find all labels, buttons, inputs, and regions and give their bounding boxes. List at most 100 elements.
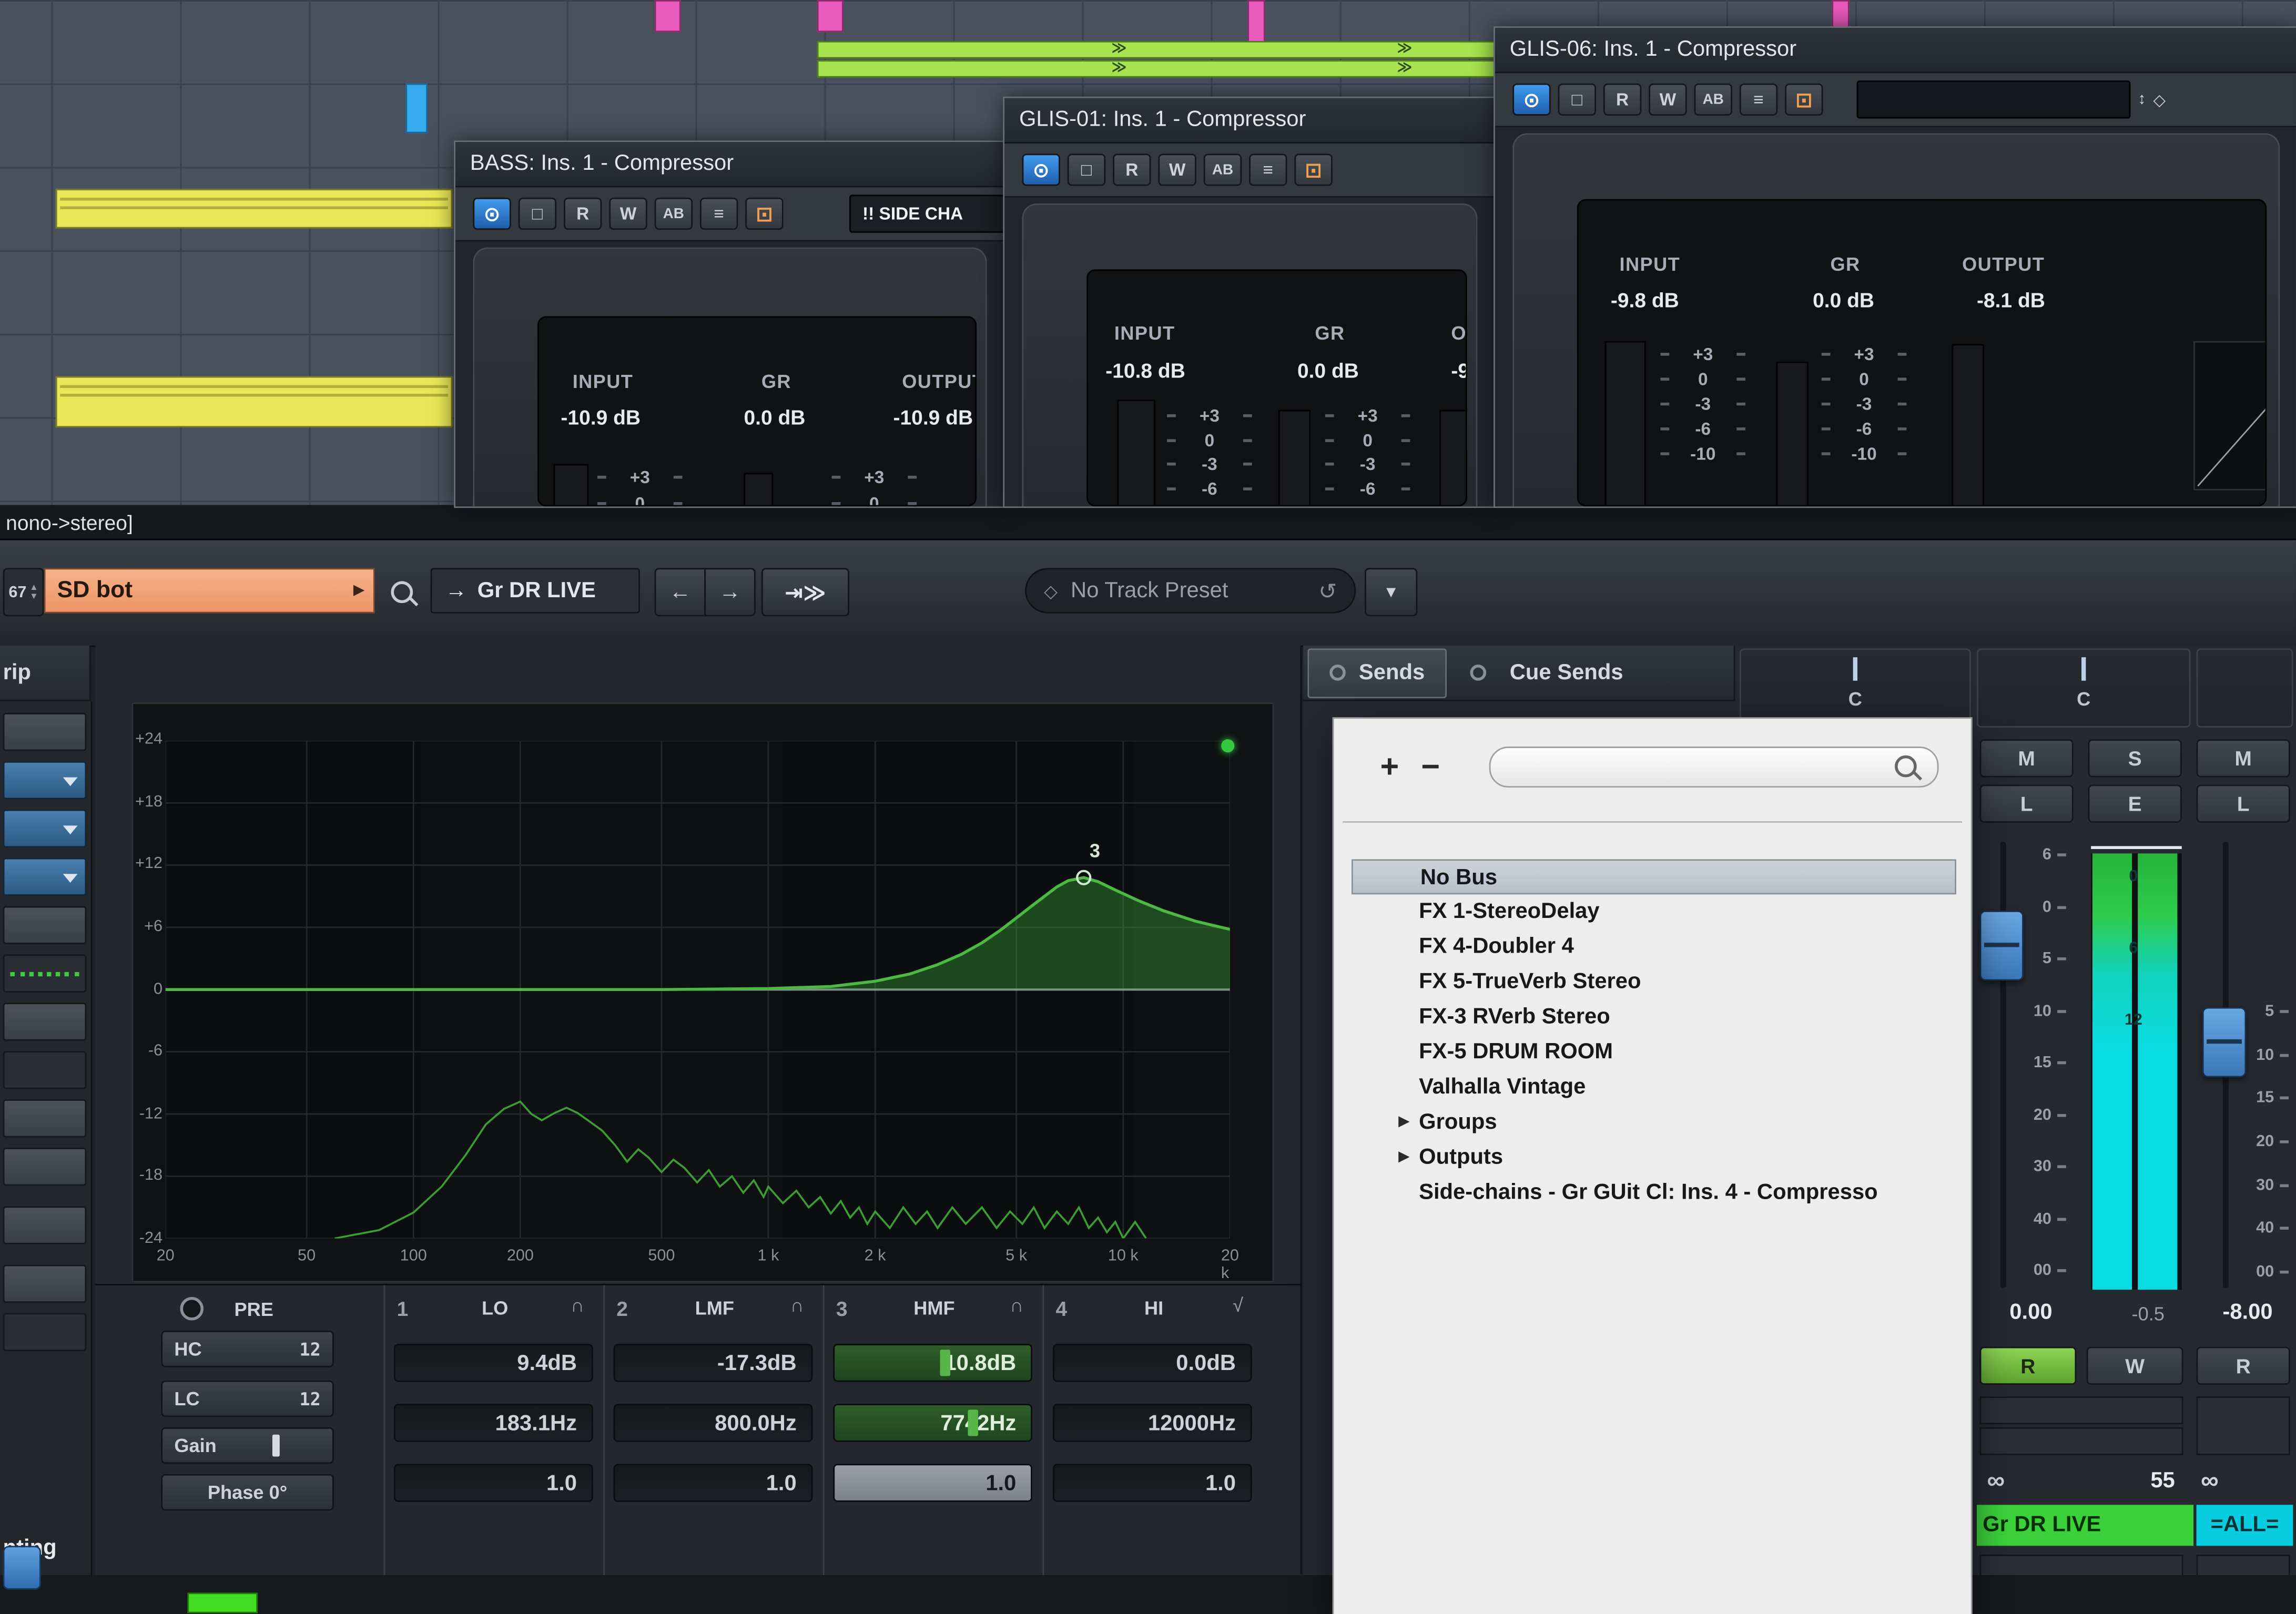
left-strip-row[interactable] [3, 1148, 87, 1186]
panel-slot[interactable] [2197, 1396, 2290, 1455]
pan-position-tick[interactable] [1853, 657, 1857, 681]
band-shape-icon[interactable]: √ [1233, 1294, 1243, 1316]
power-button[interactable]: ⊙ [473, 198, 511, 230]
cue-sends-indicator-icon[interactable] [1470, 665, 1487, 681]
band-q-field[interactable]: 1.0 [1053, 1464, 1252, 1501]
stereo-link-icon[interactable]: ∞ [1987, 1467, 2005, 1496]
band-gain-field[interactable]: 10.8dB [833, 1344, 1032, 1382]
read-automation-button[interactable]: R [1113, 154, 1151, 186]
eq-plot[interactable]: 3 [166, 741, 1230, 1239]
midi-clip[interactable] [56, 376, 453, 427]
output-routing-label-2[interactable]: =ALL= [2197, 1505, 2293, 1546]
preset-reload-icon[interactable]: ↺ [1318, 577, 1337, 604]
sidechain-button[interactable]: ⊡ [1785, 84, 1823, 116]
band-freq-field[interactable]: 7742Hz [833, 1404, 1032, 1442]
left-strip-row[interactable] [3, 1051, 87, 1089]
preset-spinner[interactable]: ↕ [2138, 91, 2146, 108]
left-strip-row[interactable] [3, 1313, 87, 1351]
pan-control[interactable] [2197, 648, 2293, 727]
output-routing-label[interactable]: Gr DR LIVE [1977, 1505, 2193, 1546]
band-q-field[interactable]: 1.0 [394, 1464, 593, 1501]
midi-clip[interactable] [56, 189, 453, 228]
write-automation-button[interactable]: W [1158, 154, 1196, 186]
bypass-button[interactable]: □ [1068, 154, 1105, 186]
sidechain-button[interactable]: ⊡ [745, 198, 783, 230]
read-automation-button-2[interactable]: R [2197, 1347, 2290, 1385]
spin-up-icon[interactable]: ▲ [29, 584, 38, 593]
left-strip-row[interactable] [3, 1265, 87, 1303]
band-shape-icon[interactable]: ∩ [1010, 1294, 1023, 1316]
band-q-field[interactable]: 1.0 [614, 1464, 813, 1501]
track-name-field[interactable]: SD bot ▶ [44, 568, 375, 613]
edit-button[interactable]: E [2088, 784, 2182, 822]
preset-diamond-icon[interactable]: ◇ [2153, 90, 2166, 109]
sends-indicator-icon[interactable] [1329, 665, 1346, 681]
read-automation-button[interactable]: R [564, 198, 602, 230]
midi-clip[interactable] [817, 0, 844, 32]
preset-name-field[interactable] [1857, 80, 2131, 118]
bus-search-input[interactable] [1489, 747, 1939, 788]
read-automation-button[interactable]: R [1603, 84, 1641, 116]
band-freq-field[interactable]: 183.1Hz [394, 1404, 593, 1442]
bypass-button[interactable]: □ [1558, 84, 1596, 116]
gain-slider-notch[interactable] [941, 1350, 951, 1376]
bus-list-item[interactable]: FX 1-StereoDelay [1352, 894, 1956, 929]
band-freq-field[interactable]: 12000Hz [1053, 1404, 1252, 1442]
mute-button[interactable]: M [1980, 739, 2074, 777]
bus-list-item[interactable]: ▶Outputs [1352, 1140, 1956, 1176]
band-q-field[interactable]: 1.0 [833, 1464, 1032, 1501]
bypass-button[interactable]: □ [519, 198, 556, 230]
bus-list-item[interactable]: Side-chains - Gr GUit Cl: Ins. 4 - Compr… [1352, 1176, 1956, 1211]
midi-clip[interactable] [187, 1592, 258, 1613]
left-strip-row[interactable] [3, 954, 87, 992]
band-gain-field[interactable]: 0.0dB [1053, 1344, 1252, 1382]
bus-list-item[interactable]: FX 4-Doubler 4 [1352, 929, 1956, 965]
listen-button[interactable]: L [1980, 784, 2074, 822]
search-channel-button[interactable] [378, 573, 424, 610]
band-shape-icon[interactable]: ∩ [571, 1294, 584, 1316]
write-automation-button[interactable]: W [609, 198, 647, 230]
write-automation-button[interactable]: W [1649, 84, 1687, 116]
power-button[interactable]: ⊙ [1512, 84, 1550, 116]
previous-channel-button[interactable]: ← [655, 568, 706, 616]
left-strip-row[interactable] [3, 713, 87, 751]
eq-display[interactable]: +24+18+12+60-6-12-18-24 3 20501002005001… [132, 703, 1274, 1283]
sidechain-button[interactable]: ⊡ [1294, 154, 1332, 186]
plugin-title-bar[interactable]: BASS: Ins. 1 - Compressor [455, 142, 1004, 187]
sidechain-graph[interactable] [2193, 341, 2267, 491]
bus-list-item[interactable]: FX-5 DRUM ROOM [1352, 1035, 1956, 1070]
bus-list-item[interactable]: No Bus [1352, 859, 1956, 894]
left-strip-select[interactable] [3, 761, 87, 799]
preset-dropdown-button[interactable]: ▼ [1365, 568, 1417, 616]
left-strip-row[interactable] [3, 1099, 87, 1137]
pan-control[interactable]: C [1740, 648, 1971, 727]
scroll-corner-button[interactable] [3, 1546, 41, 1590]
pre-gain-control[interactable]: Gain [161, 1427, 334, 1464]
low-cut-button[interactable]: LC 12 [161, 1381, 334, 1417]
preset-menu-button[interactable]: ≡ [1249, 154, 1287, 186]
gain-slider-handle[interactable] [272, 1435, 280, 1457]
stereo-link-icon-2[interactable]: ∞ [2201, 1467, 2219, 1496]
band-gain-field[interactable]: 9.4dB [394, 1344, 593, 1382]
plugin-title-bar[interactable]: GLIS-01: Ins. 1 - Compressor [1004, 98, 1495, 144]
pan-control[interactable]: C [1977, 648, 2191, 727]
pan-position-tick[interactable] [2081, 657, 2086, 681]
ab-compare-button[interactable]: AB [655, 198, 693, 230]
read-automation-button[interactable]: R [1980, 1347, 2077, 1385]
band-gain-field[interactable]: -17.3dB [614, 1344, 813, 1382]
bus-list-item[interactable]: FX 5-TrueVerb Stereo [1352, 965, 1956, 1000]
preset-menu-button[interactable]: ≡ [700, 198, 738, 230]
channel-fader-handle[interactable] [1980, 911, 2024, 981]
phase-button[interactable]: Phase 0° [161, 1474, 334, 1511]
fader-value[interactable]: 0.00 [1984, 1300, 2078, 1325]
plugin-title-bar[interactable]: GLIS-06: Ins. 1 - Compressor [1495, 28, 2296, 73]
left-strip-row[interactable] [3, 906, 87, 944]
freq-slider-notch[interactable] [968, 1409, 978, 1436]
midi-clip[interactable] [1247, 0, 1265, 44]
bus-list-item[interactable]: FX-3 RVerb Stereo [1352, 1000, 1956, 1035]
track-select-arrow-icon[interactable]: ▶ [353, 583, 364, 599]
ab-compare-button[interactable]: AB [1204, 154, 1242, 186]
midi-clip[interactable] [405, 84, 428, 134]
automation-clip[interactable]: ≫ ≫ [817, 60, 1508, 77]
fader-value-2[interactable]: -8.00 [2201, 1300, 2294, 1325]
